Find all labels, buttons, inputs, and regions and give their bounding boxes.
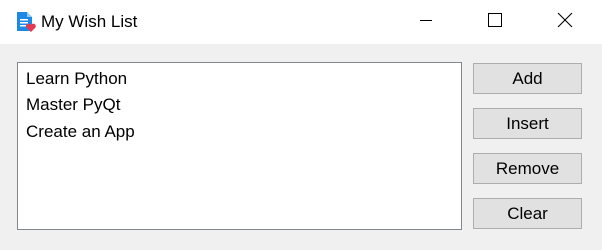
minimize-icon xyxy=(419,13,433,32)
clear-button[interactable]: Clear xyxy=(473,198,582,229)
remove-button[interactable]: Remove xyxy=(473,153,582,184)
maximize-button[interactable] xyxy=(472,0,518,44)
main-window: My Wish List Learn Python Master PyQt Cr… xyxy=(0,0,602,250)
list-item[interactable]: Master PyQt xyxy=(26,92,120,118)
wish-list[interactable]: Learn Python Master PyQt Create an App xyxy=(17,62,462,230)
title-bar[interactable]: My Wish List xyxy=(0,0,602,44)
maximize-icon xyxy=(488,12,502,32)
window-title: My Wish List xyxy=(41,12,138,31)
add-button[interactable]: Add xyxy=(473,63,582,94)
minimize-button[interactable] xyxy=(403,0,449,44)
list-item[interactable]: Learn Python xyxy=(26,66,127,92)
close-button[interactable] xyxy=(542,0,588,44)
document-heart-icon xyxy=(15,11,37,33)
insert-button[interactable]: Insert xyxy=(473,108,582,139)
list-item[interactable]: Create an App xyxy=(26,119,135,145)
close-icon xyxy=(557,12,573,33)
